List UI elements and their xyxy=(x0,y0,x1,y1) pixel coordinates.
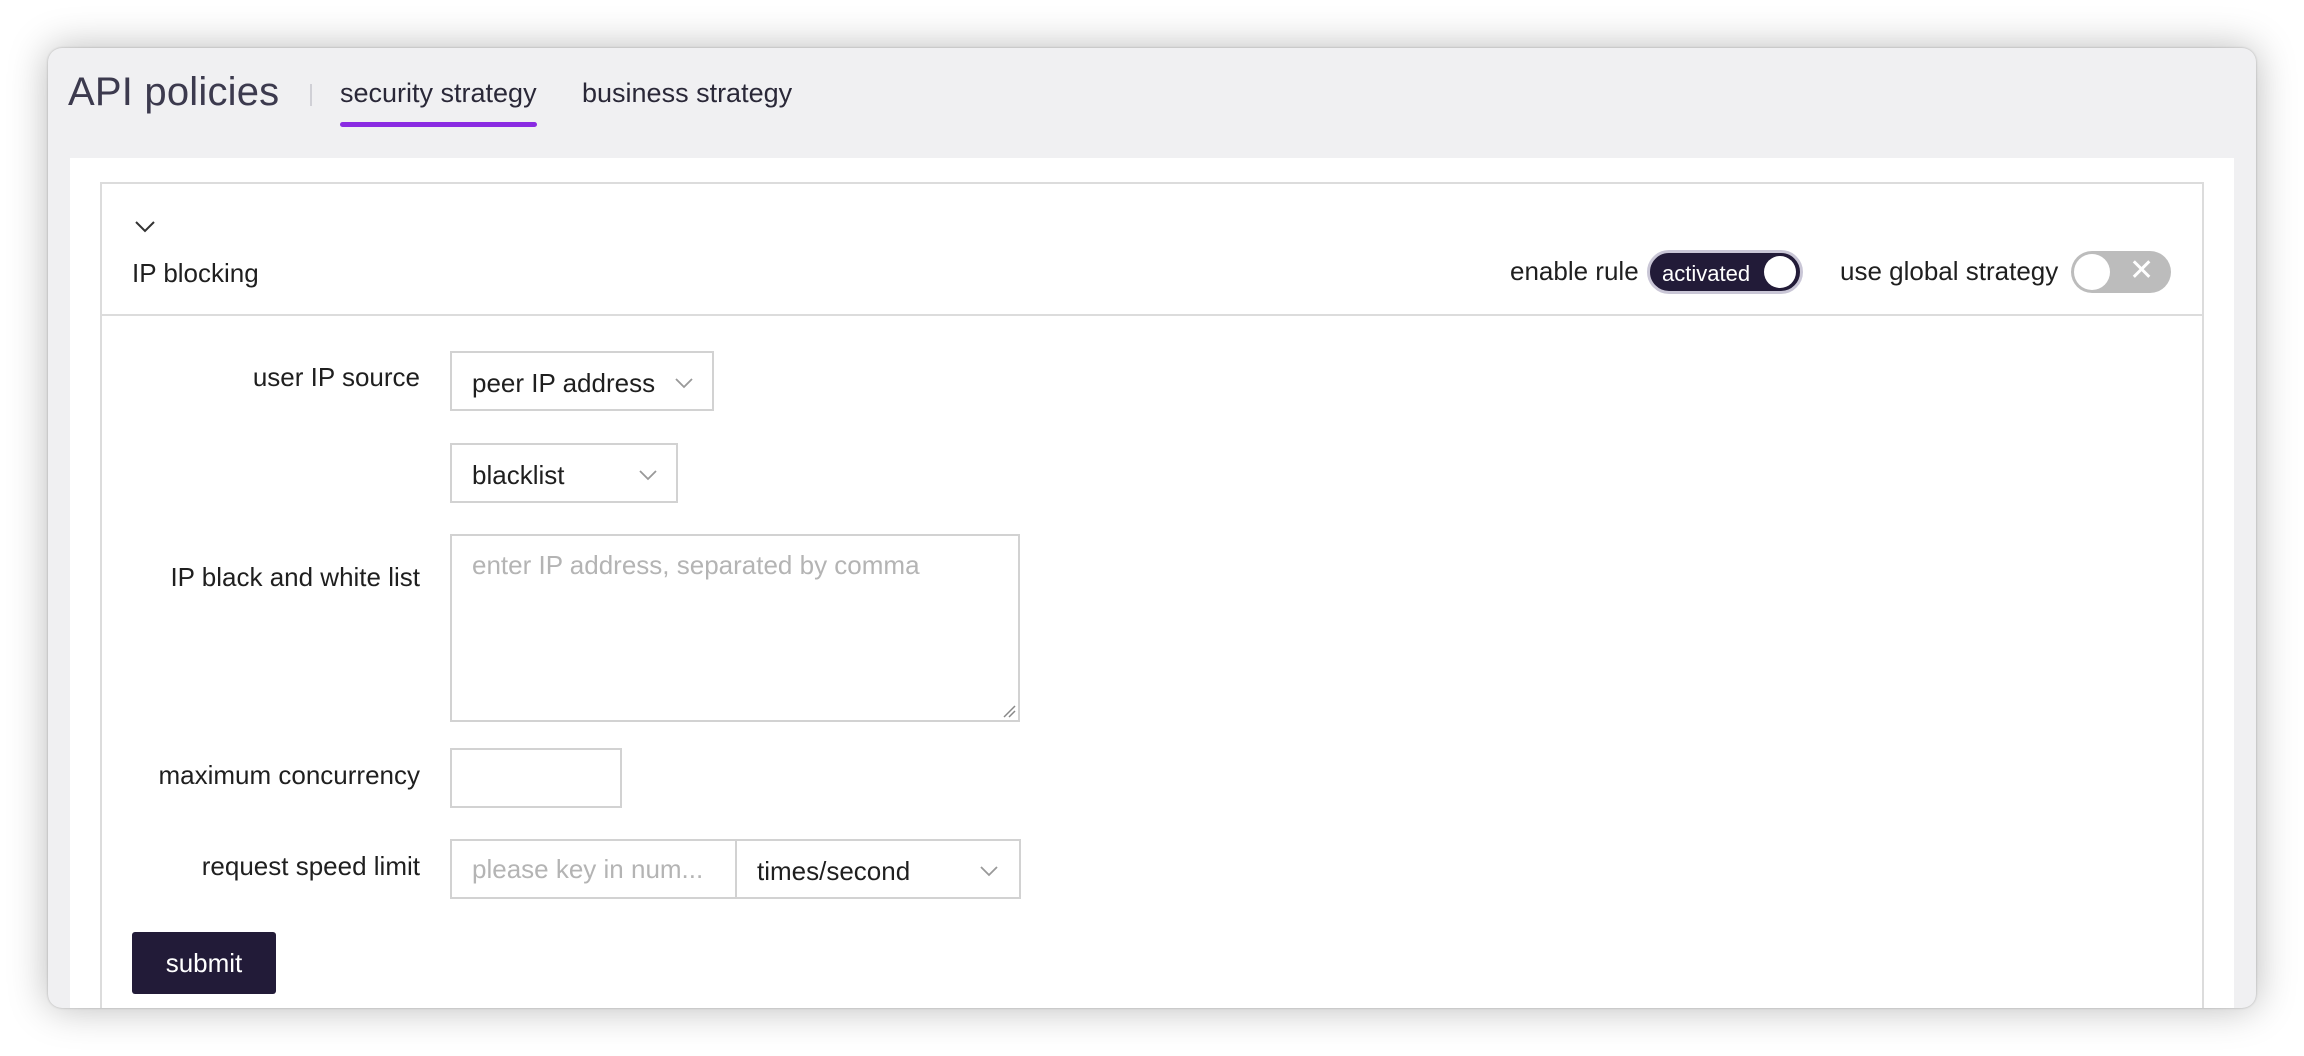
form-row-label: user IP source xyxy=(102,362,420,402)
page-header: API policies security strategy business … xyxy=(48,48,2256,158)
chevron-down-icon xyxy=(639,470,657,481)
form-row-label: maximum concurrency xyxy=(102,760,420,800)
toggle-knob xyxy=(2074,254,2110,290)
speed-unit-select[interactable]: times/second xyxy=(735,839,1021,899)
toggle-state-text: activated xyxy=(1662,261,1751,286)
form-row-label: IP black and white list xyxy=(102,562,420,602)
chevron-down-icon xyxy=(980,866,998,877)
chevron-down-icon[interactable] xyxy=(132,214,158,240)
toggle-knob xyxy=(1764,256,1796,288)
main-content: IP blocking enable rule activated use gl… xyxy=(70,158,2234,1008)
select-value: blacklist xyxy=(472,460,565,490)
use-global-strategy-toggle[interactable]: ✕ xyxy=(2071,251,2171,293)
ip-blocking-card: IP blocking enable rule activated use gl… xyxy=(100,182,2204,1008)
tab-business-strategy[interactable]: business strategy xyxy=(582,78,792,109)
close-icon: ✕ xyxy=(2129,254,2155,287)
speed-limit-input[interactable] xyxy=(450,839,736,899)
section-title: IP blocking xyxy=(132,258,259,288)
tab-security-strategy[interactable]: security strategy xyxy=(340,78,537,127)
enable-rule-toggle[interactable]: activated xyxy=(1647,250,1803,294)
app-window: API policies security strategy business … xyxy=(48,48,2256,1008)
enable-rule-label: enable rule xyxy=(1510,256,1639,286)
select-value: peer IP address xyxy=(472,368,656,398)
max-concurrency-input[interactable] xyxy=(450,748,622,808)
list-type-select[interactable]: blacklist xyxy=(450,443,678,503)
title-divider xyxy=(310,84,312,106)
resize-handle-icon[interactable] xyxy=(1002,704,1016,718)
request-speed-limit-label: request speed limit xyxy=(201,851,420,881)
ip-list-label: IP black and white list xyxy=(170,562,420,592)
submit-button[interactable]: submit xyxy=(132,932,276,994)
use-global-strategy-label: use global strategy xyxy=(1840,256,2059,286)
max-concurrency-label: maximum concurrency xyxy=(158,760,420,790)
ip-list-textarea[interactable] xyxy=(450,534,1020,722)
chevron-down-icon xyxy=(675,378,693,389)
user-ip-source-label: user IP source xyxy=(252,362,420,392)
card-header: IP blocking enable rule activated use gl… xyxy=(102,184,2202,316)
page-title: API policies xyxy=(68,70,280,114)
select-value: times/second xyxy=(757,856,911,886)
form-row-label: request speed limit xyxy=(102,851,420,891)
user-ip-source-select[interactable]: peer IP address xyxy=(450,351,714,411)
